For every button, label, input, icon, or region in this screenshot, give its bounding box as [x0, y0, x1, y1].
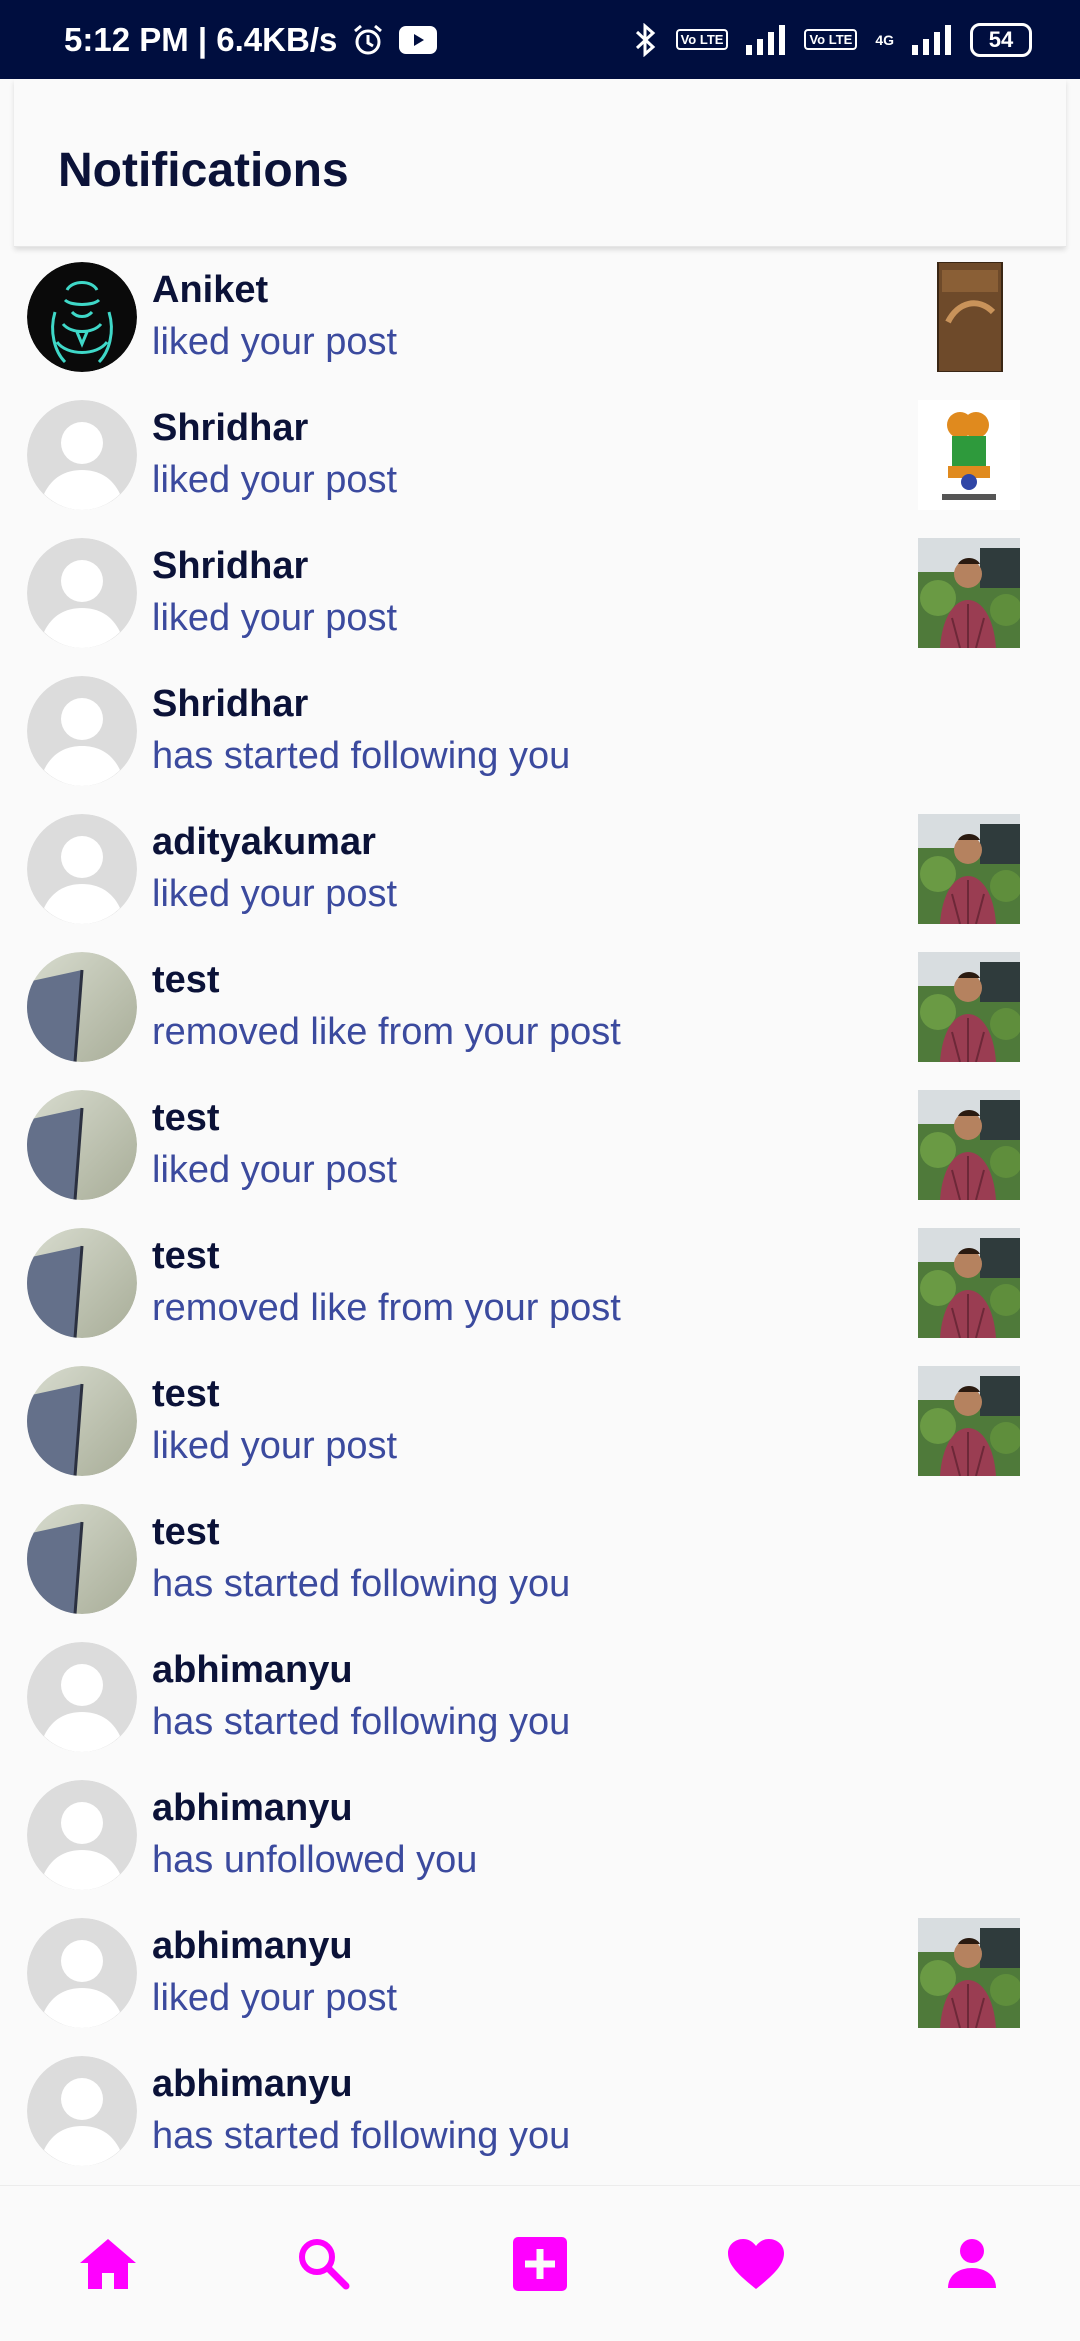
notification-action: removed like from your post — [152, 1287, 621, 1329]
notification-action: liked your post — [152, 1425, 398, 1467]
notification-username[interactable]: Aniket — [152, 269, 268, 312]
avatar[interactable] — [27, 676, 137, 786]
nav-search[interactable] — [292, 2234, 356, 2298]
notification-row[interactable]: test has started following you — [0, 1495, 1080, 1633]
avatar[interactable] — [27, 400, 137, 510]
volte-badge: Vo LTE — [675, 29, 729, 50]
notification-action: has started following you — [152, 1563, 571, 1605]
avatar[interactable] — [27, 262, 137, 372]
notification-username[interactable]: abhimanyu — [152, 1925, 353, 1968]
nav-home[interactable] — [76, 2234, 140, 2298]
volte-badge-2: Vo LTE — [804, 29, 858, 50]
post-thumbnail[interactable] — [918, 1090, 1020, 1200]
notification-row[interactable]: abhimanyu liked your post — [0, 1909, 1080, 2047]
search-icon — [296, 2236, 352, 2297]
notification-username[interactable]: test — [152, 1373, 220, 1416]
avatar[interactable] — [27, 1780, 137, 1890]
avatar[interactable] — [27, 538, 137, 648]
notification-username[interactable]: Shridhar — [152, 683, 308, 726]
post-thumbnail[interactable] — [918, 262, 1020, 372]
avatar[interactable] — [27, 1504, 137, 1614]
post-thumbnail[interactable] — [918, 1366, 1020, 1476]
network-type: 4G — [875, 31, 894, 48]
avatar[interactable] — [27, 2056, 137, 2166]
notification-username[interactable]: abhimanyu — [152, 2063, 353, 2106]
notification-username[interactable]: Shridhar — [152, 407, 308, 450]
notification-row[interactable]: test removed like from your post — [0, 1219, 1080, 1357]
notification-username[interactable]: abhimanyu — [152, 1787, 353, 1830]
notification-row[interactable]: test liked your post — [0, 1081, 1080, 1219]
youtube-icon — [399, 25, 438, 54]
notification-action: has started following you — [152, 1701, 571, 1743]
notification-action: liked your post — [152, 1149, 398, 1191]
notification-username[interactable]: test — [152, 959, 220, 1002]
avatar[interactable] — [27, 1642, 137, 1752]
post-thumbnail[interactable] — [918, 538, 1020, 648]
post-thumbnail[interactable] — [918, 814, 1020, 924]
notification-username[interactable]: abhimanyu — [152, 1649, 353, 1692]
avatar[interactable] — [27, 952, 137, 1062]
avatar[interactable] — [27, 1918, 137, 2028]
status-time: 5:12 PM | 6.4KB/s — [64, 20, 338, 58]
post-thumbnail[interactable] — [918, 1228, 1020, 1338]
profile-icon — [946, 2238, 998, 2295]
avatar[interactable] — [27, 1366, 137, 1476]
notification-row[interactable]: test liked your post — [0, 1357, 1080, 1495]
notification-action: liked your post — [152, 873, 398, 915]
notification-row[interactable]: Aniket liked your post — [0, 253, 1080, 391]
app-header: Notifications — [14, 79, 1066, 247]
notification-action: has started following you — [152, 735, 571, 777]
notification-list[interactable]: Aniket liked your post Shridhar liked your … — [0, 253, 1080, 2185]
notification-action: has unfollowed you — [152, 1839, 478, 1881]
notification-username[interactable]: adityakumar — [152, 821, 376, 864]
bottom-nav — [0, 2185, 1080, 2341]
avatar[interactable] — [27, 1090, 137, 1200]
post-thumbnail[interactable] — [918, 1918, 1020, 2028]
notification-username[interactable]: Shridhar — [152, 545, 308, 588]
notification-username[interactable]: test — [152, 1235, 220, 1278]
page-title: Notifications — [58, 144, 349, 197]
post-thumbnail[interactable] — [918, 952, 1020, 1062]
notification-action: liked your post — [152, 321, 398, 363]
notification-row[interactable]: abhimanyu has started following you — [0, 1633, 1080, 1771]
notification-action: liked your post — [152, 459, 398, 501]
heart-icon — [726, 2237, 786, 2296]
status-bar: 5:12 PM | 6.4KB/s Vo LTE Vo LTE 4G 54 — [0, 0, 1080, 79]
notification-row[interactable]: Shridhar liked your post — [0, 529, 1080, 667]
notification-action: has started following you — [152, 2115, 571, 2157]
alarm-icon — [351, 23, 385, 57]
notification-action: liked your post — [152, 597, 398, 639]
notification-action: liked your post — [152, 1977, 398, 2019]
nav-profile[interactable] — [940, 2234, 1004, 2298]
add-post-icon — [513, 2236, 567, 2296]
avatar[interactable] — [27, 1228, 137, 1338]
bluetooth-icon — [634, 22, 658, 57]
notification-action: removed like from your post — [152, 1011, 621, 1053]
notification-row[interactable]: test removed like from your post — [0, 943, 1080, 1081]
notification-row[interactable]: abhimanyu has unfollowed you — [0, 1771, 1080, 1909]
notification-username[interactable]: test — [152, 1097, 220, 1140]
nav-add-post[interactable] — [508, 2234, 572, 2298]
battery-indicator: 54 — [970, 22, 1032, 57]
avatar[interactable] — [27, 814, 137, 924]
notification-row[interactable]: abhimanyu has started following you — [0, 2047, 1080, 2185]
notification-row[interactable]: adityakumar liked your post — [0, 805, 1080, 943]
signal-icon-2 — [912, 24, 952, 55]
notification-row[interactable]: Shridhar has started following you — [0, 667, 1080, 805]
notification-username[interactable]: test — [152, 1511, 220, 1554]
home-icon — [78, 2237, 138, 2296]
signal-icon — [746, 24, 786, 55]
nav-notifications[interactable] — [724, 2234, 788, 2298]
notification-row[interactable]: Shridhar liked your post — [0, 391, 1080, 529]
post-thumbnail[interactable] — [918, 400, 1020, 510]
